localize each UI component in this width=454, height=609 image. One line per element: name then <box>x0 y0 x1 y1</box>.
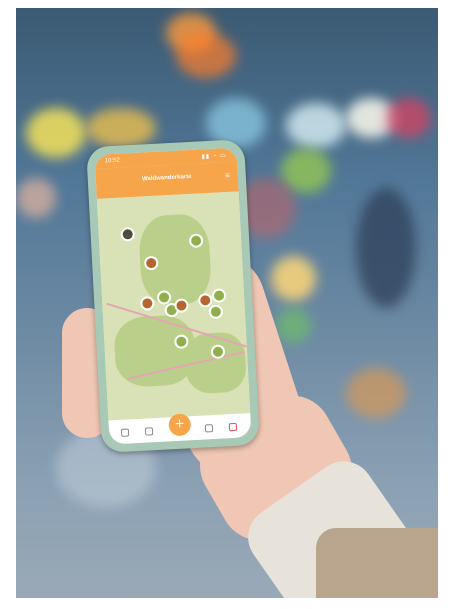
bokeh-light <box>26 108 86 158</box>
coat <box>316 528 438 598</box>
map-pin[interactable] <box>174 298 189 313</box>
map-pin[interactable] <box>139 295 155 311</box>
forest-area <box>113 313 197 389</box>
nav-map-icon[interactable] <box>120 428 130 437</box>
map-pin[interactable] <box>120 226 136 242</box>
map-view[interactable] <box>96 191 251 421</box>
menu-icon[interactable]: ≡ <box>225 171 230 180</box>
bokeh-light <box>16 178 56 218</box>
nav-favorites-icon[interactable] <box>204 424 214 433</box>
bokeh-light <box>346 368 406 418</box>
nav-list-icon[interactable] <box>144 427 154 436</box>
status-icons: ▮▮ ◔ ▭ <box>201 152 227 161</box>
status-time: 10:52 <box>104 157 121 165</box>
smartphone: 10:52 ▮▮ ◔ ▭ Waldwanderkarte ≡ + <box>86 139 260 453</box>
map-pin[interactable] <box>208 304 224 320</box>
bokeh-light <box>271 256 316 301</box>
bokeh-light <box>281 148 331 193</box>
bokeh-light <box>276 308 311 343</box>
photo-background: 10:52 ▮▮ ◔ ▭ Waldwanderkarte ≡ + <box>16 8 438 598</box>
bokeh-light <box>86 108 156 148</box>
bokeh-light <box>286 103 346 148</box>
bokeh-light <box>386 98 431 138</box>
add-button[interactable]: + <box>168 413 192 437</box>
map-pin[interactable] <box>211 288 227 303</box>
nav-profile-icon[interactable] <box>228 422 238 432</box>
app-title: Waldwanderkarte <box>141 173 192 183</box>
bokeh-light <box>176 33 236 78</box>
bokeh-light <box>356 188 416 308</box>
phone-screen: 10:52 ▮▮ ◔ ▭ Waldwanderkarte ≡ + <box>94 147 252 445</box>
